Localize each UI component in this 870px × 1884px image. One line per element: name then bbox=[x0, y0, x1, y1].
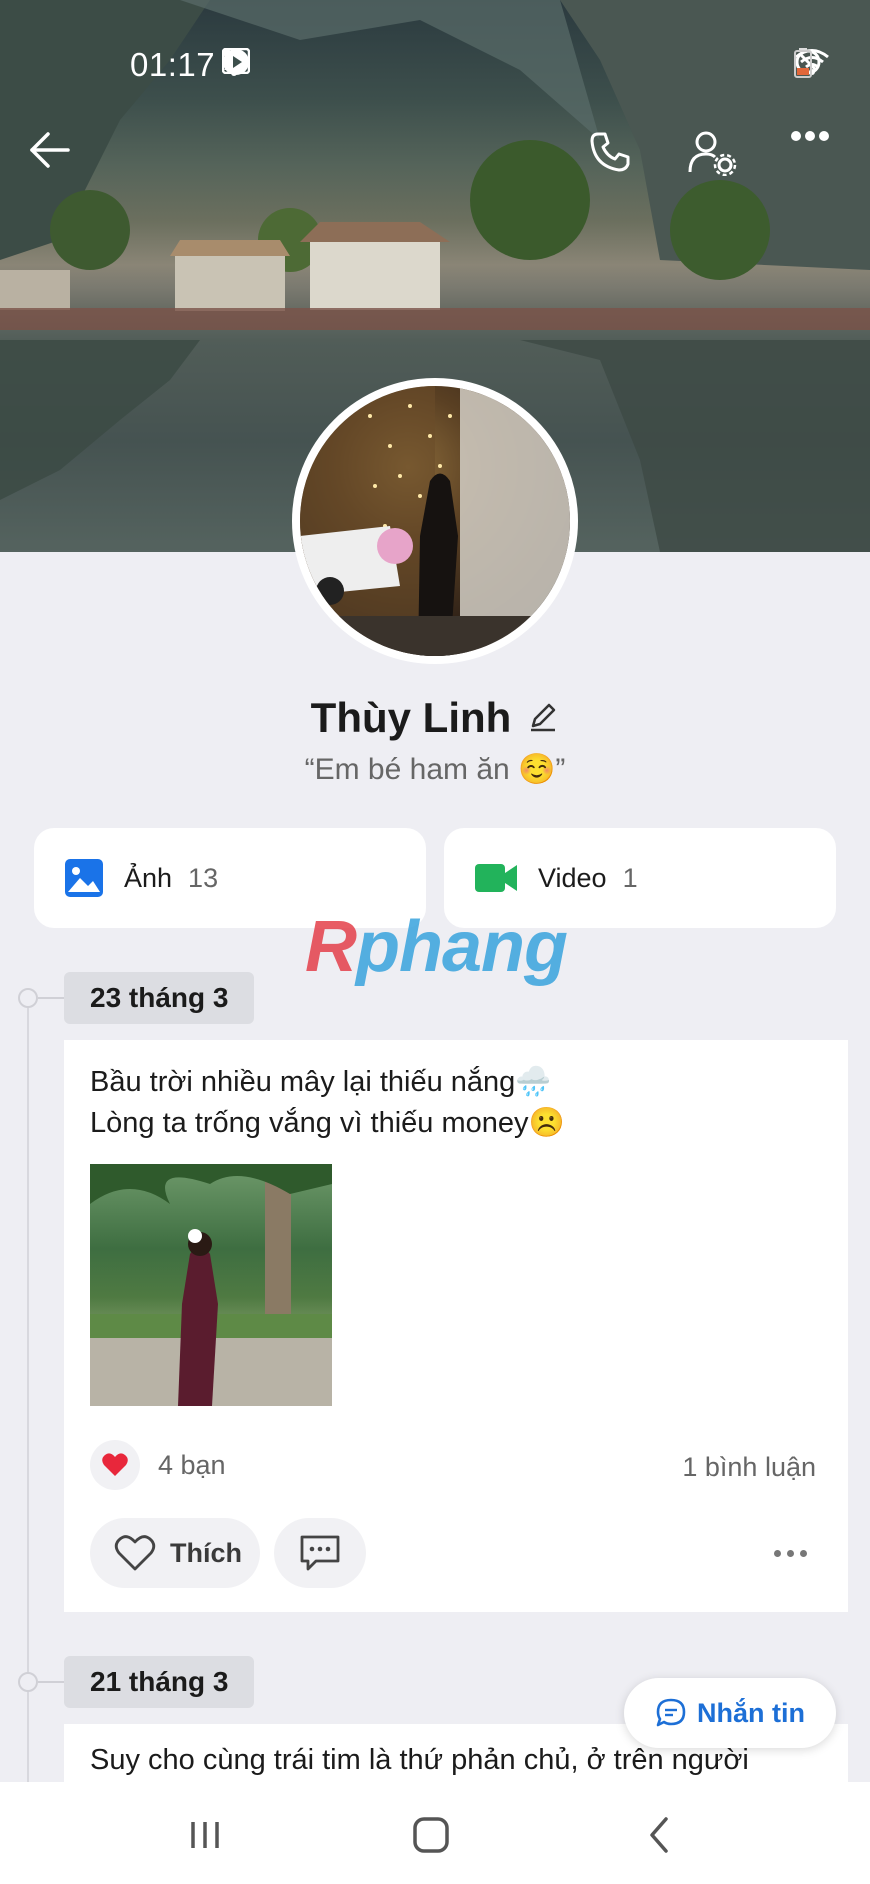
post-text: Bầu trời nhiều mây lại thiếu nắng🌧️ Lòng… bbox=[90, 1066, 565, 1139]
edit-name-button[interactable] bbox=[527, 700, 559, 737]
more-options-button[interactable] bbox=[790, 130, 850, 190]
image-icon bbox=[65, 859, 103, 897]
more-horizontal-icon bbox=[791, 131, 829, 141]
pencil-icon bbox=[531, 703, 556, 731]
chat-icon bbox=[656, 1698, 686, 1727]
post-card[interactable]: Bầu trời nhiều mây lại thiếu nắng🌧️ Lòng… bbox=[64, 1040, 848, 1612]
arrow-left-icon bbox=[30, 132, 70, 168]
status-bar: 01:17 bbox=[0, 0, 870, 130]
back-button[interactable] bbox=[28, 130, 88, 190]
watermark: Rphang bbox=[305, 907, 568, 987]
photos-count: 13 bbox=[188, 862, 219, 893]
profile-settings-button[interactable] bbox=[688, 130, 748, 190]
call-button[interactable] bbox=[588, 130, 648, 190]
profile-name-row: Thùy Linh bbox=[0, 694, 870, 742]
post-text: Suy cho cùng trái tim là thứ phản chủ, ở… bbox=[90, 1744, 749, 1776]
home-button[interactable] bbox=[396, 1800, 466, 1870]
user-settings-icon bbox=[688, 131, 737, 176]
system-nav-bar bbox=[0, 1782, 870, 1884]
heart-outline-icon bbox=[114, 1535, 156, 1571]
home-icon bbox=[413, 1817, 449, 1853]
timeline-dot bbox=[18, 1672, 38, 1692]
message-label: Nhắn tin bbox=[697, 1697, 805, 1728]
chevron-left-icon bbox=[650, 1817, 668, 1853]
heart-icon bbox=[90, 1440, 140, 1490]
post-more-button[interactable] bbox=[760, 1538, 820, 1568]
timeline-line bbox=[27, 990, 29, 1790]
videos-count: 1 bbox=[622, 862, 638, 893]
avatar[interactable] bbox=[292, 378, 578, 664]
videos-label: Video bbox=[538, 862, 607, 893]
profile-name: Thùy Linh bbox=[310, 694, 512, 741]
comment-button[interactable] bbox=[274, 1518, 366, 1588]
recent-apps-icon bbox=[191, 1822, 219, 1848]
reaction-summary[interactable]: 4 bạn bbox=[90, 1440, 226, 1490]
phone-icon bbox=[590, 132, 630, 172]
like-label: Thích bbox=[170, 1537, 242, 1568]
reaction-count: 4 bạn bbox=[158, 1449, 226, 1480]
status-time: 01:17 bbox=[130, 46, 216, 83]
like-button[interactable]: Thích bbox=[90, 1518, 260, 1588]
recent-apps-button[interactable] bbox=[170, 1800, 240, 1870]
video-camera-icon bbox=[475, 864, 517, 892]
photos-label: Ảnh bbox=[124, 862, 173, 893]
post-date: 23 tháng 3 bbox=[64, 972, 255, 1024]
post-date: 21 tháng 3 bbox=[64, 1656, 255, 1708]
comment-icon bbox=[300, 1535, 340, 1571]
system-back-button[interactable] bbox=[624, 1800, 694, 1870]
post-photo[interactable] bbox=[90, 1164, 332, 1406]
profile-bio: “Em bé ham ăn ☺️” bbox=[304, 753, 566, 786]
comment-count[interactable]: 1 bình luận bbox=[682, 1452, 816, 1483]
message-button[interactable]: Nhắn tin bbox=[624, 1678, 836, 1748]
timeline-dot bbox=[18, 988, 38, 1008]
